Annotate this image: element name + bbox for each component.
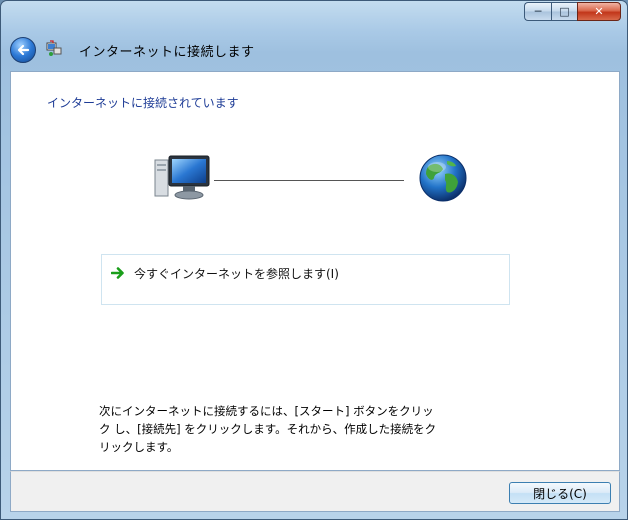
window-controls: ─ □ ✕ [524, 2, 621, 21]
title-bar: ─ □ ✕ [1, 1, 627, 29]
connection-line [214, 180, 404, 181]
instructions-text: 次にインターネットに接続するには、[スタート] ボタンをクリッ ク し、[接続先… [99, 402, 479, 456]
minimize-button[interactable]: ─ [524, 2, 551, 21]
wizard-window: ─ □ ✕ インターネットに接続します インターネットに接続されています 今すぐ… [0, 0, 628, 520]
browse-option-label: 今すぐインターネットを参照します(I) [134, 267, 339, 281]
content-panel: インターネットに接続されています 今すぐインターネットを参照します(I) 次にイ… [10, 71, 620, 471]
status-heading: インターネットに接続されています [47, 96, 239, 110]
green-arrow-icon [111, 267, 124, 279]
close-button[interactable]: 閉じる(C) [509, 482, 611, 504]
instructions-line-2: ク し、[接続先] をクリックします。それから、作成した接続をク [99, 422, 437, 436]
wizard-header: インターネットに接続します [1, 29, 627, 69]
browse-internet-option[interactable]: 今すぐインターネットを参照します(I) [101, 254, 510, 305]
globe-icon [419, 154, 467, 202]
instructions-line-3: リックします。 [99, 440, 179, 454]
back-arrow-icon [17, 44, 30, 56]
window-title: インターネットに接続します [79, 45, 255, 60]
maximize-button[interactable]: □ [551, 2, 577, 21]
computer-icon [154, 155, 210, 200]
instructions-line-1: 次にインターネットに接続するには、[スタート] ボタンをクリッ [99, 404, 434, 418]
close-window-button[interactable]: ✕ [577, 2, 621, 21]
network-wizard-icon [46, 40, 62, 56]
button-bar: 閉じる(C) [10, 471, 620, 512]
back-button[interactable] [10, 37, 36, 63]
